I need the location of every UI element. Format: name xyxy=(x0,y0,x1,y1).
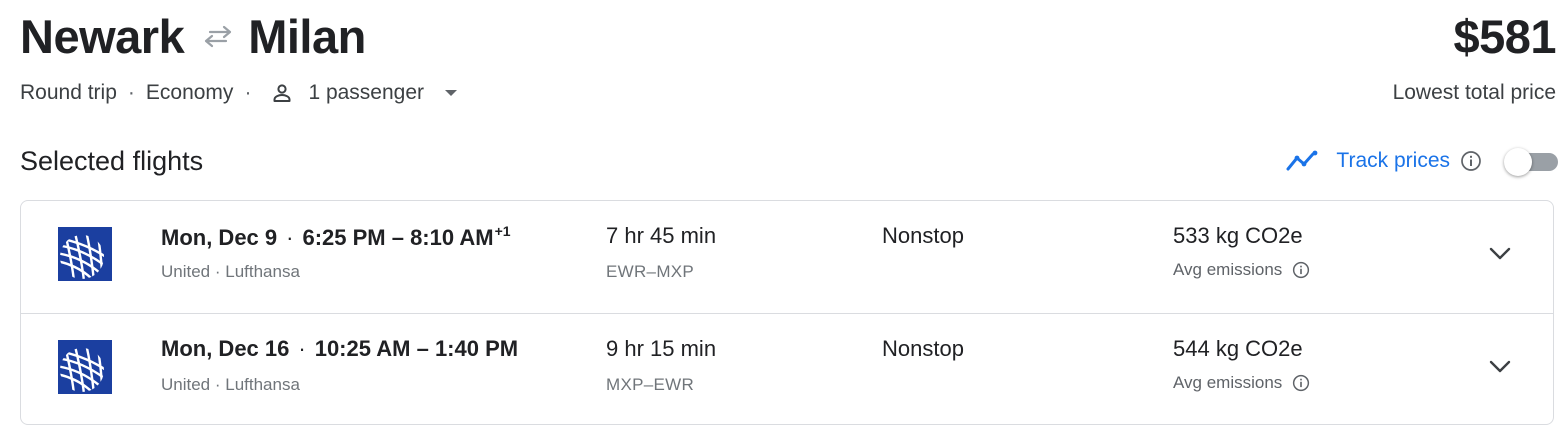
time-range: 6:25 PM – 8:10 AM xyxy=(302,225,494,250)
emissions-caption: Avg emissions xyxy=(1173,373,1283,392)
trip-summary: Round trip · Economy · 1 passenger xyxy=(20,78,458,108)
caret-down-icon xyxy=(444,89,458,97)
united-logo-icon xyxy=(58,227,112,281)
flight-row[interactable]: Mon, Dec 16 · 10:25 AM – 1:40 PM United · … xyxy=(21,313,1553,426)
info-icon[interactable] xyxy=(1292,374,1310,392)
flight-emissions: 533 kg CO2e xyxy=(1173,223,1303,248)
day-offset: +1 xyxy=(494,223,511,239)
info-icon[interactable] xyxy=(1460,150,1482,172)
swap-arrows-icon xyxy=(202,24,234,48)
emissions-caption: Avg emissions xyxy=(1173,260,1283,279)
flight-times: Mon, Dec 9 · 6:25 PM – 8:10 AM+1 xyxy=(161,223,511,251)
flight-date: Mon, Dec 9 xyxy=(161,225,278,250)
airport-codes: EWR–MXP xyxy=(606,262,695,281)
separator-dot: · xyxy=(298,336,306,361)
airline-names: United · Lufthansa xyxy=(161,375,300,394)
emissions-label: Avg emissions xyxy=(1173,373,1310,393)
chevron-down-icon[interactable] xyxy=(1487,241,1513,267)
toggle-knob xyxy=(1504,148,1532,176)
destination-city: Milan xyxy=(248,9,366,63)
united-logo-icon xyxy=(58,340,112,394)
time-range: 10:25 AM – 1:40 PM xyxy=(314,336,519,361)
flight-stops: Nonstop xyxy=(882,223,964,248)
cabin-class: Economy xyxy=(145,81,234,104)
origin-city: Newark xyxy=(20,9,185,63)
flight-duration: 9 hr 15 min xyxy=(606,336,717,361)
flight-date: Mon, Dec 16 xyxy=(161,336,290,361)
trip-type: Round trip xyxy=(20,81,117,104)
flight-emissions: 544 kg CO2e xyxy=(1173,336,1303,361)
flight-duration: 7 hr 45 min xyxy=(606,223,717,248)
person-icon xyxy=(270,81,294,105)
separator-dot: · xyxy=(244,81,252,104)
separator-dot: · xyxy=(127,81,135,104)
flight-stops: Nonstop xyxy=(882,336,964,361)
price-caption: Lowest total price xyxy=(1392,81,1556,104)
emissions-label: Avg emissions xyxy=(1173,260,1310,280)
airport-codes: MXP–EWR xyxy=(606,375,695,394)
route-title: Newark Milan xyxy=(20,8,366,64)
track-prices-label[interactable]: Track prices xyxy=(1336,149,1450,173)
chevron-down-icon[interactable] xyxy=(1487,354,1513,380)
info-icon[interactable] xyxy=(1292,261,1310,279)
total-price: $581 xyxy=(1453,9,1556,63)
section-title: Selected flights xyxy=(20,145,204,176)
track-prices: Track prices xyxy=(1286,143,1558,179)
flight-times: Mon, Dec 16 · 10:25 AM – 1:40 PM xyxy=(161,336,518,362)
trend-icon xyxy=(1286,150,1320,172)
separator-dot: · xyxy=(286,225,294,250)
flight-row[interactable]: Mon, Dec 9 · 6:25 PM – 8:10 AM+1 United · … xyxy=(21,201,1553,313)
passenger-count: 1 passenger xyxy=(308,81,425,104)
passenger-selector[interactable]: 1 passenger xyxy=(308,81,458,105)
selected-flights-card: Mon, Dec 9 · 6:25 PM – 8:10 AM+1 United · … xyxy=(20,200,1554,425)
track-prices-toggle[interactable] xyxy=(1504,148,1558,176)
airline-names: United · Lufthansa xyxy=(161,262,300,281)
